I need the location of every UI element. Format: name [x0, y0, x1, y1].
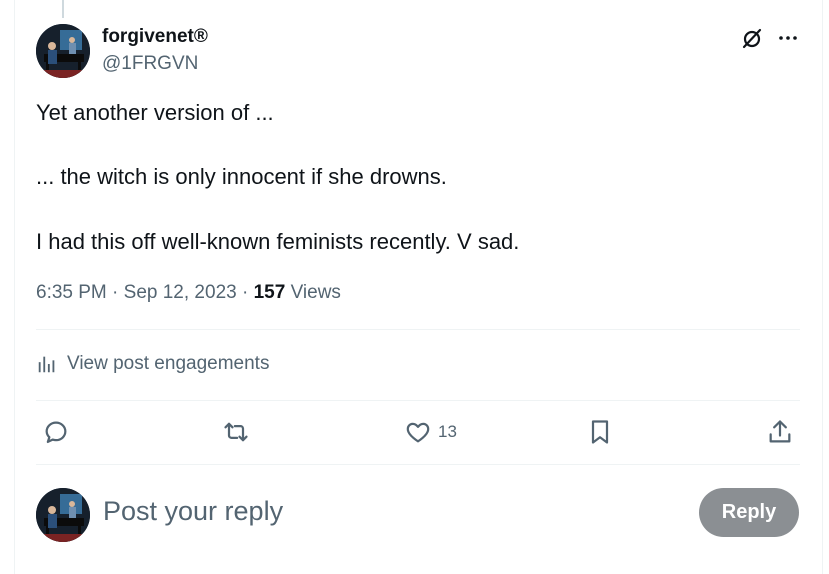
reply-icon — [45, 421, 67, 444]
column-border-right — [822, 0, 823, 574]
author-handle[interactable]: @1FRGVN — [102, 52, 198, 76]
column-border-left — [14, 0, 15, 574]
more-options-icon[interactable] — [776, 26, 800, 50]
repost-button[interactable] — [222, 416, 250, 448]
reply-submit-button[interactable]: Reply — [699, 488, 799, 537]
post-text-line-1: Yet another version of ... — [36, 100, 274, 125]
repost-icon — [224, 422, 248, 442]
author-avatar[interactable] — [36, 24, 90, 78]
post-time[interactable]: 6:35 PM — [36, 282, 107, 303]
grok-icon[interactable] — [740, 26, 764, 50]
divider — [36, 329, 800, 330]
reply-button[interactable] — [42, 416, 70, 448]
view-engagements-link[interactable]: View post engagements — [36, 350, 269, 378]
like-button[interactable]: 13 — [404, 416, 457, 448]
like-count: 13 — [438, 422, 457, 441]
views-label: Views — [290, 282, 341, 303]
analytics-icon — [38, 356, 55, 373]
post-metadata: 6:35 PM · Sep 12, 2023 · 157 Views — [36, 280, 341, 306]
current-user-avatar[interactable] — [36, 488, 90, 542]
bookmark-button[interactable] — [586, 416, 614, 448]
post-text-line-2: ... the witch is only innocent if she dr… — [36, 164, 447, 189]
meta-separator: · — [236, 282, 254, 303]
divider — [36, 400, 800, 401]
heart-icon — [406, 422, 430, 443]
views-count: 157 — [253, 282, 286, 303]
post-text-line-3: I had this off well-known feminists rece… — [36, 229, 520, 254]
thread-connector-line — [62, 0, 64, 18]
divider — [36, 464, 800, 465]
share-icon — [769, 420, 791, 443]
share-button[interactable] — [766, 416, 794, 448]
bookmark-icon — [591, 420, 609, 444]
meta-separator: · — [106, 282, 124, 303]
post-date[interactable]: Sep 12, 2023 — [124, 282, 237, 303]
reply-input[interactable]: Post your reply — [103, 494, 283, 528]
author-name[interactable]: forgivenet® — [102, 25, 208, 49]
view-engagements-label: View post engagements — [67, 353, 270, 374]
